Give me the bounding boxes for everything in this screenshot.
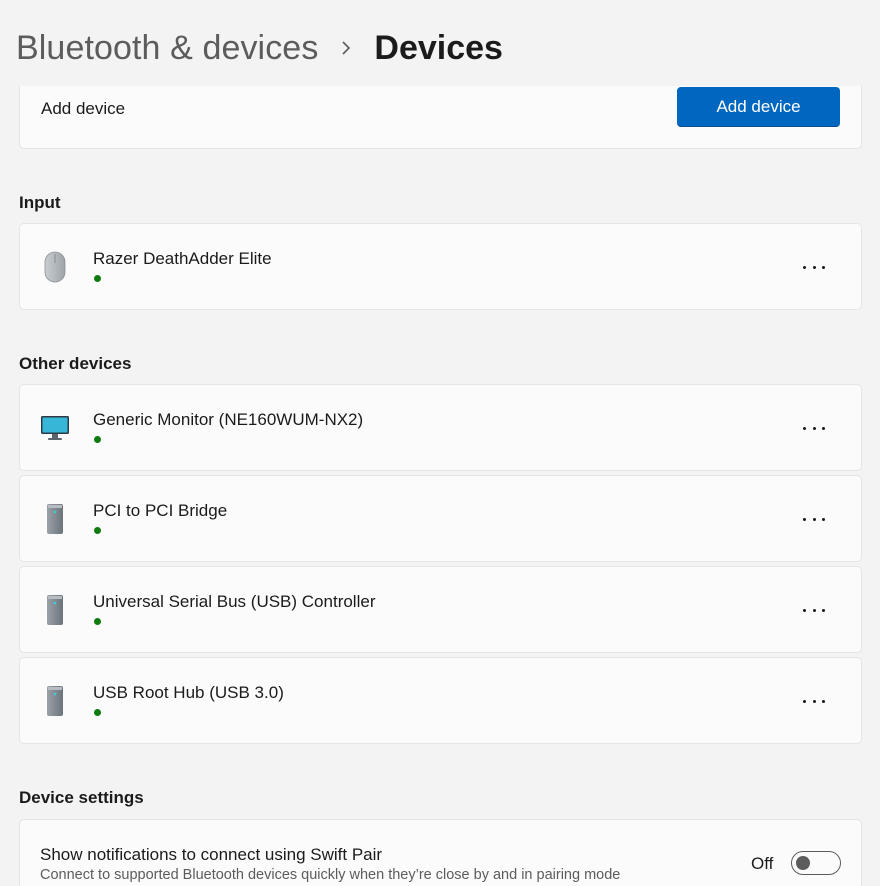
device-name: PCI to PCI Bridge — [93, 501, 228, 520]
section-title-device-settings: Device settings — [19, 788, 144, 807]
device-row[interactable]: PCI to PCI Bridge — [19, 475, 862, 562]
device-row[interactable]: USB Root Hub (USB 3.0) — [19, 657, 862, 744]
swift-pair-toggle[interactable] — [791, 851, 841, 875]
status-connected-dot — [94, 527, 101, 534]
toggle-knob — [796, 856, 810, 870]
devices-settings-page: Bluetooth & devices Devices Add device A… — [0, 0, 880, 886]
breadcrumb: Bluetooth & devices Devices — [16, 24, 503, 72]
device-name: Razer DeathAdder Elite — [93, 249, 272, 268]
device-row[interactable]: Generic Monitor (NE160WUM-NX2) — [19, 384, 862, 471]
page-title: Devices — [374, 28, 503, 67]
pc-tower-icon — [40, 593, 70, 627]
section-title-other-devices: Other devices — [19, 354, 132, 373]
device-row[interactable]: Razer DeathAdder Elite — [19, 223, 862, 310]
status-connected-dot — [94, 709, 101, 716]
pc-tower-icon — [40, 502, 70, 536]
device-name: Generic Monitor (NE160WUM-NX2) — [93, 410, 364, 429]
more-options-icon[interactable] — [803, 602, 825, 618]
add-device-button[interactable]: Add device — [677, 87, 840, 127]
status-connected-dot — [94, 618, 101, 625]
section-title-input: Input — [19, 193, 61, 212]
status-connected-dot — [94, 275, 101, 282]
add-device-label: Add device — [41, 99, 126, 118]
device-row[interactable]: Universal Serial Bus (USB) Controller — [19, 566, 862, 653]
status-connected-dot — [94, 436, 101, 443]
chevron-right-icon — [318, 40, 374, 56]
more-options-icon[interactable] — [803, 259, 825, 275]
toggle-state-label: Off — [751, 854, 774, 873]
swift-pair-setting-card: Show notifications to connect using Swif… — [19, 819, 862, 886]
monitor-icon — [40, 411, 70, 445]
pc-tower-icon — [40, 684, 70, 718]
device-name: USB Root Hub (USB 3.0) — [93, 683, 284, 702]
swift-pair-title: Show notifications to connect using Swif… — [40, 845, 383, 864]
more-options-icon[interactable] — [803, 693, 825, 709]
swift-pair-description: Connect to supported Bluetooth devices q… — [40, 867, 621, 883]
more-options-icon[interactable] — [803, 511, 825, 527]
device-name: Universal Serial Bus (USB) Controller — [93, 592, 376, 611]
add-device-card: Add device Add device — [19, 86, 862, 149]
breadcrumb-parent-link[interactable]: Bluetooth & devices — [16, 29, 318, 68]
mouse-icon — [40, 250, 70, 284]
more-options-icon[interactable] — [803, 420, 825, 436]
